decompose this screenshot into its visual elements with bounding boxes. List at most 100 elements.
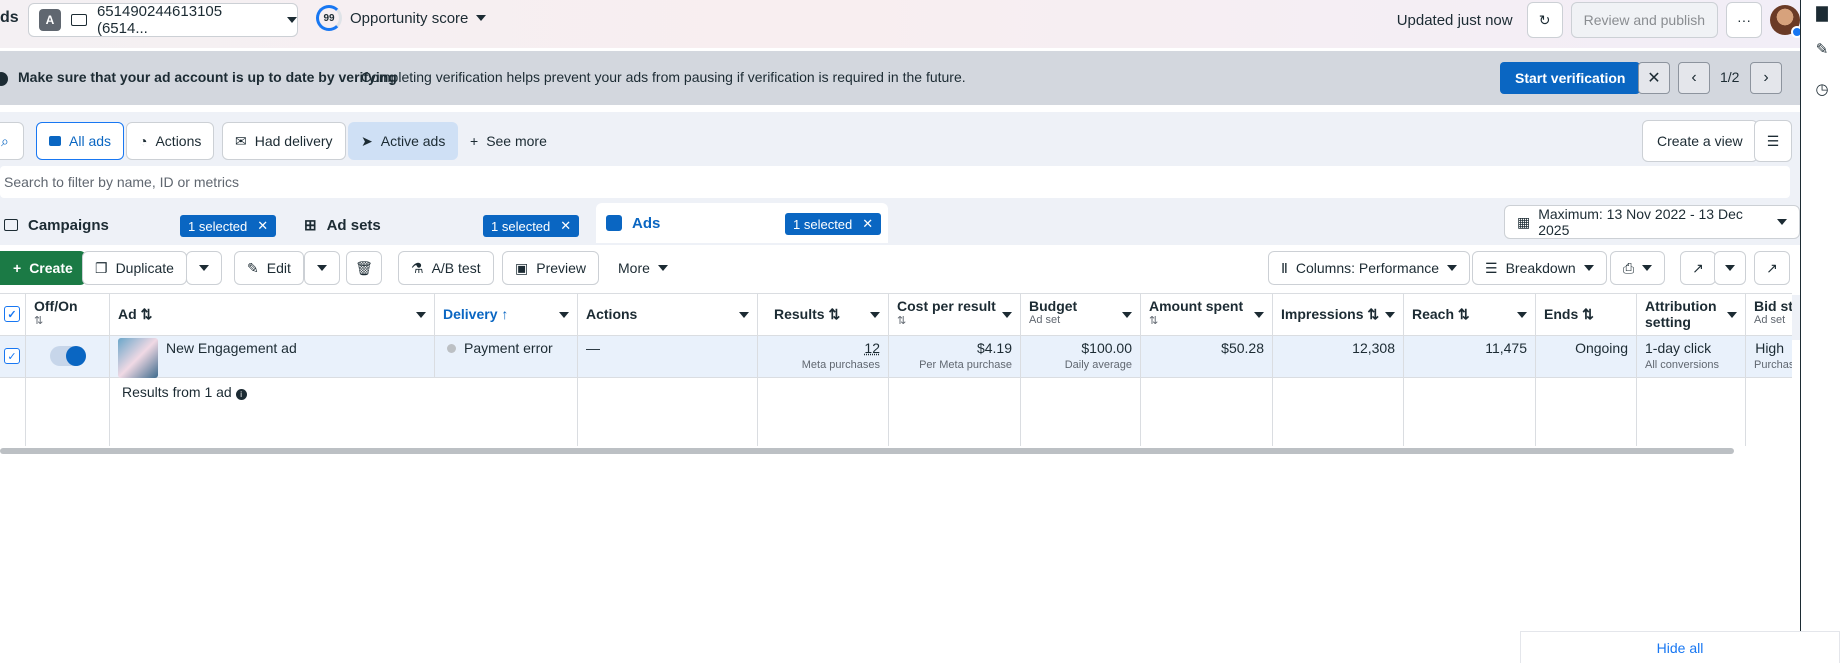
header-select-all[interactable]: ✓ xyxy=(0,294,26,336)
envelope-icon: ✉ xyxy=(235,132,247,149)
plus-icon: + xyxy=(470,133,479,149)
header-actions[interactable]: Actions xyxy=(578,294,758,336)
columns-label: Columns: Performance xyxy=(1295,260,1440,276)
chevron-down-icon xyxy=(657,265,668,271)
ads-manager-page: ds A 651490244613105 (6514... 99 Opportu… xyxy=(0,0,1843,663)
tab-campaigns-label: Campaigns xyxy=(28,216,109,234)
edit-dropdown[interactable] xyxy=(304,251,340,285)
info-icon[interactable]: i xyxy=(235,389,247,400)
footer-toggle-cell xyxy=(26,378,110,446)
spent-value: $50.28 xyxy=(1221,340,1264,356)
start-verification-button[interactable]: Start verification xyxy=(1500,62,1641,94)
top-actions: Updated just now ↻ Review and publish ··… xyxy=(1397,0,1803,40)
horizontal-scrollbar[interactable] xyxy=(0,448,1734,454)
header-cost[interactable]: Cost per result ⇅ xyxy=(889,294,1021,336)
hide-all-button[interactable]: Hide all xyxy=(1520,631,1840,663)
chevron-down-icon xyxy=(1122,312,1132,318)
ab-test-button[interactable]: ⚗ A/B test xyxy=(398,251,494,285)
footer-results-cell xyxy=(758,378,889,446)
filter-all-ads[interactable]: All ads xyxy=(36,122,125,160)
campaigns-selected-pill[interactable]: 1 selected ✕ xyxy=(180,215,277,237)
filter-active-ads[interactable]: ➤ Active ads xyxy=(348,122,459,160)
search-button[interactable]: ⌕ xyxy=(0,122,24,160)
prev-page-button[interactable]: ‹ xyxy=(1678,62,1710,94)
export-button[interactable]: ↗ xyxy=(1680,251,1716,285)
account-selector[interactable]: A 651490244613105 (6514... xyxy=(28,3,298,37)
sort-icon: ⇅ xyxy=(828,306,841,322)
sort-icon: ⇅ xyxy=(34,315,44,327)
duplicate-dropdown[interactable] xyxy=(186,251,222,285)
filter-actions[interactable]: ◔ Actions xyxy=(126,122,215,160)
preview-label: Preview xyxy=(536,260,587,276)
header-impressions-label: Impressions xyxy=(1281,306,1364,322)
see-more-button[interactable]: + See more xyxy=(470,133,547,149)
campaigns-selected-label: 1 selected xyxy=(188,218,248,234)
header-reach[interactable]: Reach ⇅ xyxy=(1404,294,1536,336)
date-range-picker[interactable]: ▦ Maximum: 13 Nov 2022 - 13 Dec 2025 xyxy=(1504,205,1800,239)
ad-on-off-toggle[interactable] xyxy=(50,346,86,366)
adsets-selected-pill[interactable]: 1 selected ✕ xyxy=(483,215,580,237)
pencil-icon[interactable]: ✎ xyxy=(1813,40,1831,58)
row-bid: High Purchase xyxy=(1746,336,1792,378)
more-button[interactable]: More xyxy=(606,251,680,285)
impressions-value: 12,308 xyxy=(1352,340,1395,356)
plus-icon: + xyxy=(13,260,22,276)
close-banner-button[interactable]: ✕ xyxy=(1638,62,1670,94)
clock-icon[interactable]: ◷ xyxy=(1813,80,1831,98)
row-ad[interactable]: New Engagement ad xyxy=(110,336,435,378)
header-offon[interactable]: Off/On ⇅ xyxy=(26,294,110,336)
header-spent[interactable]: Amount spent ⇅ xyxy=(1141,294,1273,336)
more-options-button[interactable]: ··· xyxy=(1726,2,1762,38)
filter-all-ads-label: All ads xyxy=(69,133,112,149)
duplicate-icon: ❐ xyxy=(95,259,108,276)
duplicate-button[interactable]: ❐ Duplicate xyxy=(82,251,187,285)
checkmark-icon: ✓ xyxy=(4,306,20,322)
refresh-button[interactable]: ↻ xyxy=(1526,2,1563,38)
info-icon xyxy=(0,72,8,86)
header-ad[interactable]: Ad ⇅ xyxy=(110,294,435,336)
reports-button[interactable]: ⎙ xyxy=(1610,251,1666,285)
search-icon: ⌕ xyxy=(1,132,9,149)
preview-button[interactable]: ▣ Preview xyxy=(502,251,600,285)
search-input[interactable]: Search to filter by name, ID or metrics xyxy=(0,166,1790,198)
chevron-left-icon: ‹ xyxy=(1691,69,1697,86)
results-value[interactable]: 12 xyxy=(864,340,880,356)
header-results[interactable]: Results ⇅ xyxy=(758,294,889,336)
breakdown-button[interactable]: ☰ Breakdown xyxy=(1472,251,1607,285)
row-select[interactable]: ✓ xyxy=(0,336,26,378)
export-dropdown[interactable] xyxy=(1714,251,1746,285)
header-budget[interactable]: Budget Ad set xyxy=(1021,294,1141,336)
opportunity-label: Opportunity score xyxy=(350,9,469,27)
header-attribution[interactable]: Attribution setting xyxy=(1637,294,1746,336)
charts-button[interactable]: ↗ xyxy=(1754,251,1790,285)
row-spent: $50.28 xyxy=(1141,336,1273,378)
header-bid[interactable]: Bid straAd set xyxy=(1746,294,1792,336)
bar-chart-icon[interactable]: ▇ xyxy=(1813,4,1831,22)
account-label: 651490244613105 (6514... xyxy=(96,3,223,37)
header-delivery[interactable]: Delivery ↑ xyxy=(435,294,578,336)
footer-reach-cell xyxy=(1404,378,1536,446)
opportunity-score[interactable]: 99 Opportunity score xyxy=(316,5,487,31)
footer-cost-cell xyxy=(889,378,1021,446)
ads-selected-label: 1 selected xyxy=(793,216,853,232)
chevron-down-icon xyxy=(1447,265,1458,271)
edit-button[interactable]: ✎ Edit xyxy=(234,251,304,285)
delete-button[interactable]: 🗑 xyxy=(346,251,382,285)
columns-button[interactable]: Ⅱ Columns: Performance xyxy=(1268,251,1471,285)
header-ends[interactable]: Ends ⇅ xyxy=(1536,294,1637,336)
attribution-value: 1-day click xyxy=(1645,340,1712,356)
ads-selected-pill[interactable]: 1 selected ✕ xyxy=(785,213,882,235)
settings-sliders-button[interactable]: ☰ xyxy=(1754,120,1792,162)
review-publish-button[interactable]: Review and publish xyxy=(1570,2,1718,38)
filter-had-delivery[interactable]: ✉ Had delivery xyxy=(222,122,346,160)
chevron-down-icon xyxy=(559,312,569,318)
chevron-down-icon xyxy=(317,265,327,271)
avatar[interactable] xyxy=(1770,5,1803,38)
toggle-knob xyxy=(66,346,86,366)
next-page-button[interactable]: › xyxy=(1750,62,1782,94)
header-offon-label: Off/On xyxy=(34,298,78,314)
create-button[interactable]: + Create xyxy=(0,251,86,285)
reach-value: 11,475 xyxy=(1485,340,1527,356)
create-view-button[interactable]: Create a view xyxy=(1642,120,1758,162)
header-impressions[interactable]: Impressions ⇅ xyxy=(1273,294,1404,336)
